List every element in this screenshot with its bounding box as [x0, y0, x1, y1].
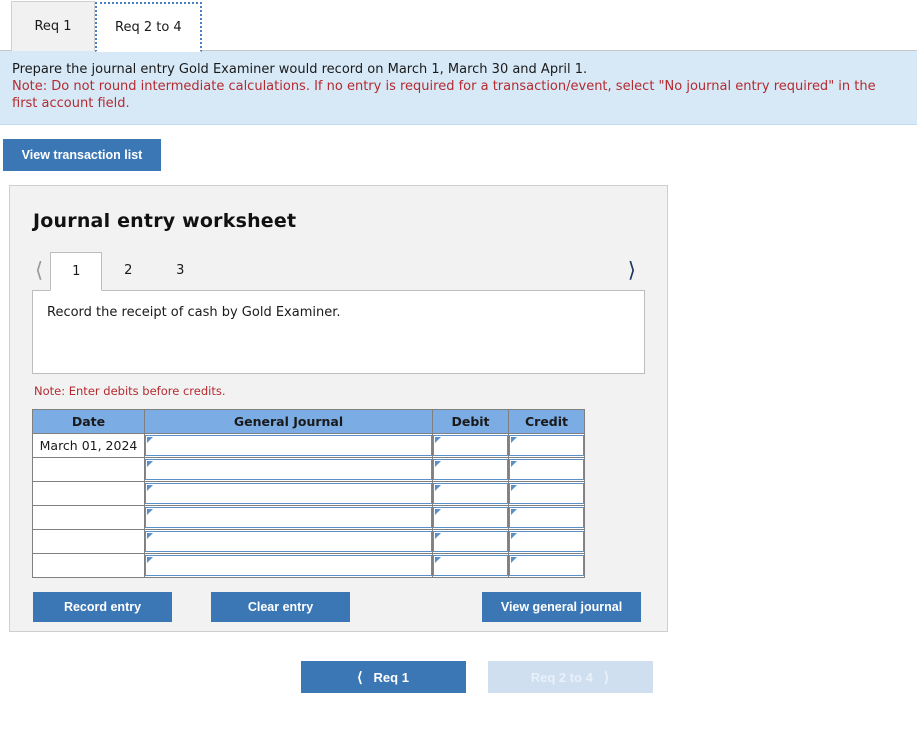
cell-credit-2	[508, 457, 585, 482]
chevron-right-icon[interactable]: ⟩	[625, 260, 643, 290]
instruction-note: Note: Do not round intermediate calculat…	[12, 79, 876, 111]
credit-input-4[interactable]	[509, 507, 584, 528]
requirement-tab-strip: Req 1 Req 2 to 4	[0, 0, 917, 52]
cell-date-6	[32, 553, 145, 578]
cell-general-journal-1	[144, 433, 433, 458]
credit-input-5[interactable]	[509, 531, 584, 552]
requirement-navigation: ⟨ Req 1 Req 2 to 4 ⟩	[0, 661, 917, 693]
cell-general-journal-6	[144, 553, 433, 578]
instruction-banner: Prepare the journal entry Gold Examiner …	[0, 51, 917, 125]
debit-input-4[interactable]	[433, 507, 508, 528]
prev-requirement-label: Req 1	[373, 669, 409, 685]
column-header-credit: Credit	[508, 409, 585, 434]
journal-entry-worksheet-panel: Journal entry worksheet ⟨ 1 2 3 ⟩ Record…	[9, 185, 668, 632]
cell-credit-4	[508, 505, 585, 530]
cell-date-4	[32, 505, 145, 530]
cell-debit-1	[432, 433, 509, 458]
column-header-general-journal: General Journal	[144, 409, 433, 434]
table-row	[32, 529, 585, 554]
view-transaction-list-button[interactable]: View transaction list	[3, 139, 161, 171]
cell-date-3	[32, 481, 145, 506]
table-row	[32, 553, 585, 578]
worksheet-page-1-label: 1	[72, 264, 81, 279]
account-input-1[interactable]	[145, 435, 432, 456]
cell-debit-3	[432, 481, 509, 506]
toolbar: View transaction list	[0, 125, 917, 171]
debit-input-1[interactable]	[433, 435, 508, 456]
credit-input-1[interactable]	[509, 435, 584, 456]
chevron-right-icon: ⟩	[603, 669, 610, 685]
debit-input-6[interactable]	[433, 555, 508, 576]
journal-entry-table: Date General Journal Debit Credit March …	[32, 409, 585, 578]
table-header-row: Date General Journal Debit Credit	[32, 409, 585, 434]
cell-credit-5	[508, 529, 585, 554]
tab-req-2-to-4[interactable]: Req 2 to 4	[95, 2, 202, 52]
worksheet-description-text: Record the receipt of cash by Gold Exami…	[47, 305, 341, 320]
tab-req-1-label: Req 1	[34, 19, 72, 34]
cell-general-journal-4	[144, 505, 433, 530]
worksheet-description-box: Record the receipt of cash by Gold Exami…	[32, 290, 645, 374]
debit-input-2[interactable]	[433, 459, 508, 480]
next-requirement-button: Req 2 to 4 ⟩	[487, 661, 653, 693]
cell-general-journal-5	[144, 529, 433, 554]
cell-credit-3	[508, 481, 585, 506]
chevron-left-icon[interactable]: ⟨	[32, 260, 50, 290]
worksheet-page-2-label: 2	[124, 263, 133, 278]
account-input-6[interactable]	[145, 555, 432, 576]
cell-debit-6	[432, 553, 509, 578]
account-input-5[interactable]	[145, 531, 432, 552]
worksheet-page-3[interactable]: 3	[154, 251, 206, 290]
tab-req-1[interactable]: Req 1	[11, 1, 95, 51]
account-input-2[interactable]	[145, 459, 432, 480]
table-row: March 01, 2024	[32, 433, 585, 458]
clear-entry-button[interactable]: Clear entry	[211, 592, 350, 622]
next-requirement-label: Req 2 to 4	[530, 669, 593, 685]
debits-before-credits-note: Note: Enter debits before credits.	[34, 384, 226, 398]
table-row	[32, 457, 585, 482]
cell-date-2	[32, 457, 145, 482]
record-entry-button[interactable]: Record entry	[33, 592, 172, 622]
chevron-left-icon: ⟨	[357, 669, 363, 685]
cell-credit-6	[508, 553, 585, 578]
cell-date-5	[32, 529, 145, 554]
column-header-debit: Debit	[432, 409, 509, 434]
credit-input-2[interactable]	[509, 459, 584, 480]
worksheet-pager: ⟨ 1 2 3 ⟩	[32, 250, 645, 291]
tab-req-2-to-4-label: Req 2 to 4	[115, 20, 182, 35]
worksheet-title: Journal entry worksheet	[33, 210, 297, 232]
worksheet-page-1[interactable]: 1	[50, 252, 103, 291]
credit-input-6[interactable]	[509, 555, 584, 576]
instruction-text: Prepare the journal entry Gold Examiner …	[12, 62, 588, 77]
account-input-3[interactable]	[145, 483, 432, 504]
cell-debit-4	[432, 505, 509, 530]
debit-input-5[interactable]	[433, 531, 508, 552]
column-header-date: Date	[32, 409, 145, 434]
cell-date-1: March 01, 2024	[32, 433, 145, 458]
table-row	[32, 505, 585, 530]
cell-general-journal-3	[144, 481, 433, 506]
account-input-4[interactable]	[145, 507, 432, 528]
credit-input-3[interactable]	[509, 483, 584, 504]
worksheet-page-2[interactable]: 2	[102, 251, 154, 290]
view-general-journal-button[interactable]: View general journal	[482, 592, 641, 622]
cell-general-journal-2	[144, 457, 433, 482]
prev-requirement-button[interactable]: ⟨ Req 1	[300, 661, 466, 693]
cell-credit-1	[508, 433, 585, 458]
worksheet-page-3-label: 3	[176, 263, 185, 278]
cell-debit-5	[432, 529, 509, 554]
table-row	[32, 481, 585, 506]
worksheet-action-bar: Record entry Clear entry View general jo…	[32, 592, 645, 622]
debit-input-3[interactable]	[433, 483, 508, 504]
cell-debit-2	[432, 457, 509, 482]
